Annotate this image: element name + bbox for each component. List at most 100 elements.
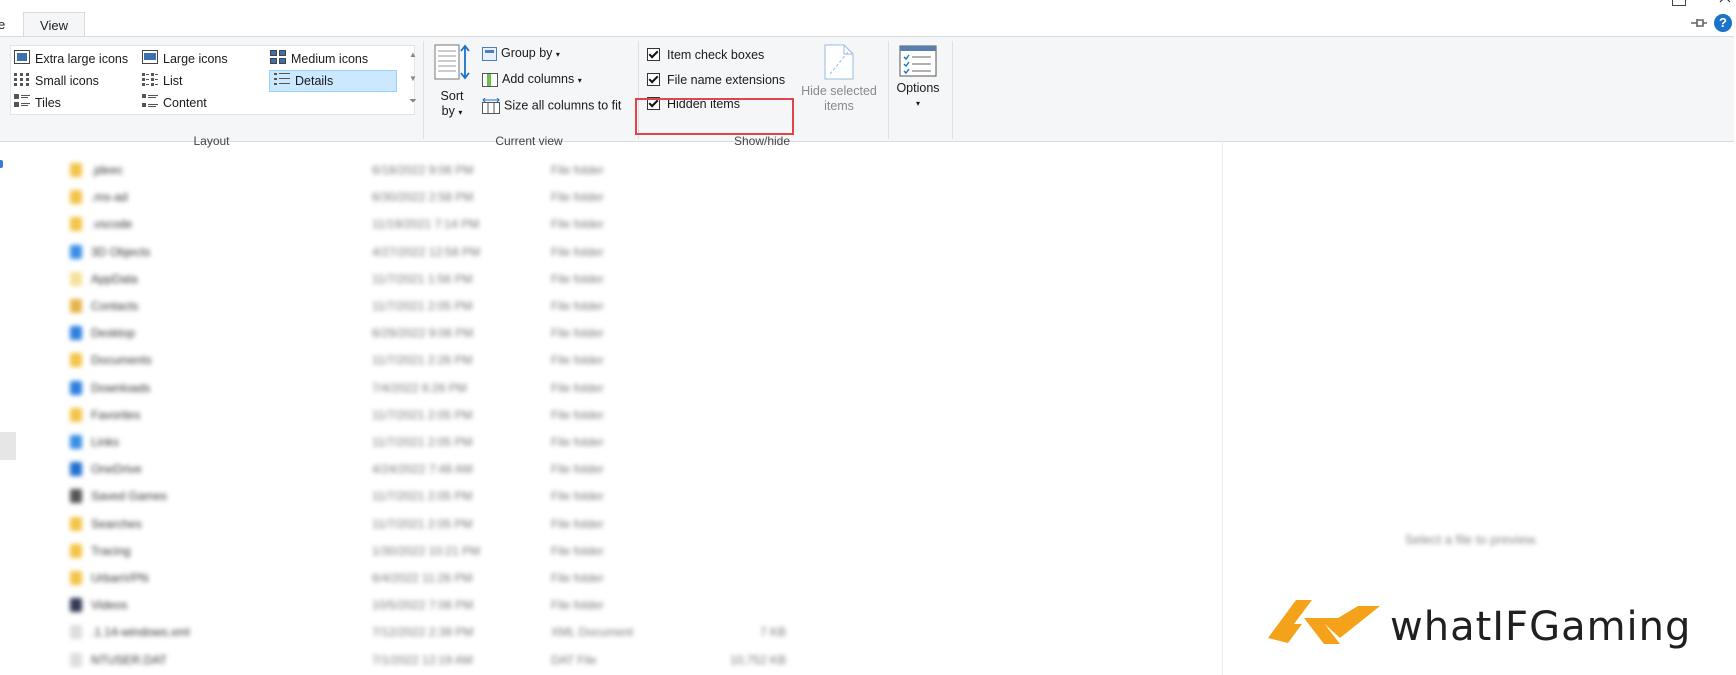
sort-by-label-2: by ▾ [441,104,463,118]
content-icon [142,93,158,114]
watermark-text: whatIFGaming [1390,604,1692,650]
layout-list[interactable]: List [142,71,182,91]
file-date: 11/7/2021 2:05 PM [372,407,473,422]
ribbon-view: Extra large icons Large icons Medium ico… [0,36,1734,148]
table-row[interactable]: 3D Objects 4/27/2022 12:58 PM File folder [0,242,900,262]
table-row[interactable]: AppData 11/7/2021 1:56 PM File folder [0,269,900,289]
table-row[interactable]: Favorites 11/7/2021 2:05 PM File folder [0,405,900,425]
table-row[interactable]: Documents 11/7/2021 2:26 PM File folder [0,350,900,370]
file-type: File folder [551,163,604,177]
table-row[interactable]: .vscode 11/19/2021 7:14 PM File folder [0,214,900,234]
layout-large-icons[interactable]: Large icons [142,49,228,69]
table-row[interactable]: Links 11/7/2021 2:05 PM File folder [0,432,900,452]
table-row[interactable]: OneDrive 4/24/2022 7:48 AM File folder [0,459,900,479]
sort-by-label-1: Sort [440,89,464,103]
file-icon [70,543,82,558]
file-name: Videos [91,598,128,613]
file-date: 7/1/2022 12:19 AM [372,652,473,667]
tab-file[interactable]: e [0,17,5,32]
hide-selected-label-2: items [824,99,854,113]
add-columns-icon [482,72,502,87]
extra-large-icons-icon [14,49,30,70]
options-icon [899,45,937,77]
table-row[interactable]: .1.14-windows.xml 7/12/2022 2:39 PM XML Do… [0,622,900,642]
layout-tiles[interactable]: Tiles [14,93,61,113]
size-all-columns-button[interactable]: Size all columns to fit [482,97,622,114]
file-name: Searches [91,516,142,531]
file-type: File folder [551,435,604,449]
gallery-more-icon[interactable]: ⏷ [409,96,417,107]
file-name: Links [91,435,120,449]
file-date: 11/7/2021 2:26 PM [372,353,473,368]
file-date: 11/7/2021 2:05 PM [372,299,473,313]
add-columns-button[interactable]: Add columns ▾ [482,72,582,87]
file-name: Favorites [91,407,141,422]
layout-gallery: Extra large icons Large icons Medium ico… [10,45,417,115]
file-type: File folder [551,353,604,368]
file-icon [70,598,82,613]
gallery-scroll-down-icon[interactable]: ▼ [409,74,417,83]
layout-details[interactable]: Details [269,70,397,92]
file-icon [70,516,82,531]
table-row[interactable]: .jdeec 6/18/2022 9:06 PM File folder [0,160,900,180]
item-check-boxes-toggle[interactable]: Item check boxes [647,48,764,62]
size-all-columns-label: Size all columns to fit [504,98,622,113]
group-label-layout: Layout [193,134,230,148]
file-icon [70,326,82,341]
group-label-current-view: Current view [495,134,563,148]
file-date: 11/7/2021 1:56 PM [372,271,473,286]
table-row[interactable]: Tracing 1/30/2022 10:21 PM File folder [0,541,900,561]
pin-ribbon-icon[interactable] [1691,17,1707,32]
table-row[interactable]: Videos 10/5/2022 7:06 PM File folder [0,595,900,615]
file-type: XML Document [551,625,634,640]
file-name: 3D Objects [91,244,151,259]
options-button[interactable]: Options ▾ [893,45,943,111]
file-size: 7 KB [759,625,786,640]
table-row[interactable]: .ms-ad 6/30/2022 2:58 PM File folder [0,187,900,207]
layout-label: Tiles [35,96,61,110]
hide-selected-items-button[interactable]: Hide selected items [795,44,883,114]
maximize-icon[interactable] [1672,0,1686,6]
file-type: File folder [551,543,604,558]
layout-medium-icons[interactable]: Medium icons [270,49,368,69]
table-row[interactable]: Downloads 7/4/2022 6:26 PM File folder [0,378,900,398]
file-date: 10/5/2022 7:06 PM [372,598,474,613]
layout-small-icons[interactable]: Small icons [14,71,99,91]
preview-pane-divider[interactable] [1222,140,1223,675]
close-icon[interactable] [1719,0,1731,4]
gallery-scroll-up-icon[interactable]: ▲ [409,50,417,59]
table-row[interactable]: Searches 11/7/2021 2:05 PM File folder [0,514,900,534]
sort-by-button[interactable]: Sort by ▾ [432,43,472,120]
table-row[interactable]: NTUSER.DAT 7/1/2022 12:19 AM DAT File 10,75… [0,650,900,670]
file-type: File folder [551,190,604,205]
group-by-button[interactable]: Group by ▾ [482,46,560,61]
tab-view[interactable]: View [23,12,85,37]
layout-content[interactable]: Content [142,93,207,113]
file-name-extensions-toggle[interactable]: File name extensions [647,73,785,87]
layout-label: Medium icons [291,52,369,66]
file-name: AppData [91,271,138,286]
file-type: File folder [551,326,604,341]
layout-label: List [163,74,183,88]
table-row[interactable]: Contacts 11/7/2021 2:05 PM File folder [0,296,900,316]
layout-label: Extra large icons [35,52,129,66]
options-label: Options [896,81,940,95]
table-row[interactable]: Saved Games 11/7/2021 2:05 PM File folder [0,486,900,506]
table-row[interactable]: UrbanVPN 6/4/2022 11:26 PM File folder [0,568,900,588]
file-date: 11/7/2021 2:05 PM [372,435,473,449]
file-type: File folder [551,380,604,395]
table-row[interactable]: Desktop 6/29/2022 9:06 PM File folder [0,323,900,343]
file-type: File folder [551,462,604,477]
file-name: .vscode [91,217,133,232]
sort-by-icon [434,44,470,80]
file-icon [70,380,82,395]
group-separator [888,41,889,139]
file-name: Saved Games [91,489,168,504]
medium-icons-icon [270,49,286,70]
layout-extra-large-icons[interactable]: Extra large icons [14,49,128,69]
help-icon[interactable]: ? [1714,14,1732,32]
file-type: File folder [551,217,604,232]
layout-label: Small icons [35,74,99,88]
file-icon [70,190,82,205]
hide-selected-items-icon [824,44,854,80]
